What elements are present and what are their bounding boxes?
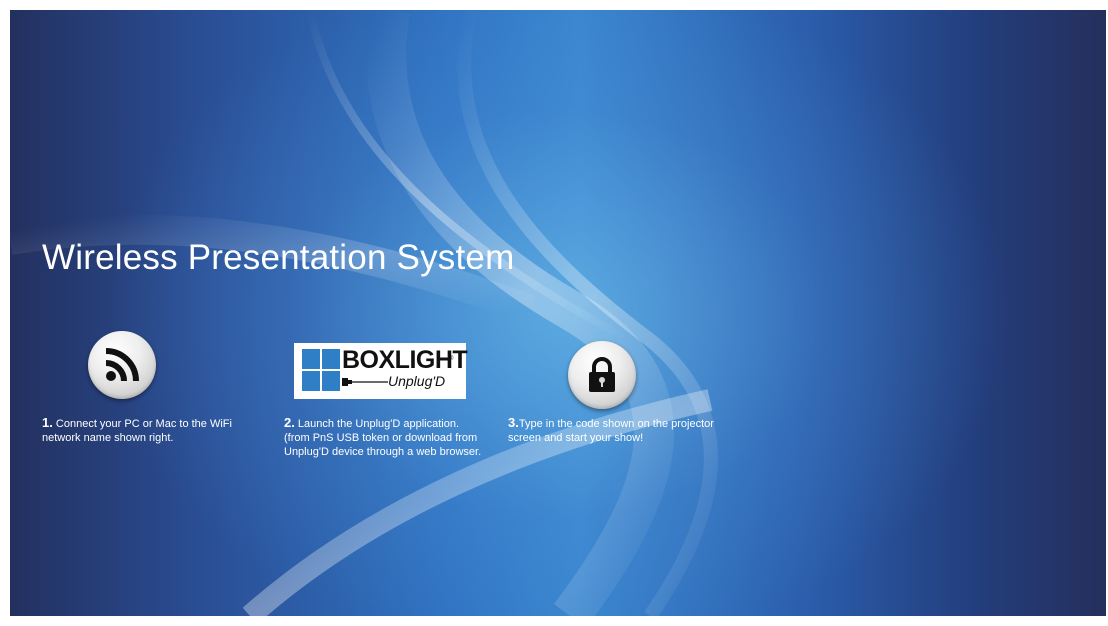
step-1-line-1: Connect your PC or Mac to the WiFi (52, 418, 232, 430)
step-2-number: 2. (284, 415, 295, 430)
step-2-line-2: (from PnS USB token or download from (284, 432, 478, 444)
step-3-number: 3. (508, 415, 519, 430)
logo-product-text: Unplug'D (388, 373, 446, 389)
step-2-text: 2. Launch the Unplug'D application. (fro… (284, 416, 481, 459)
logo-squares (302, 349, 340, 391)
plug-icon (342, 378, 388, 386)
presentation-screen: Wireless Presentation System BOXLIGHT ® … (10, 10, 1106, 616)
step-1-line-2: network name shown right. (42, 432, 174, 444)
step-2-line-3: Unplug'D device through a web browser. (284, 446, 482, 458)
boxlight-unplugd-logo: BOXLIGHT ® Unplug'D (294, 343, 468, 399)
step-3-line-2: screen and start your show! (508, 432, 644, 444)
logo-registered-mark: ® (449, 356, 454, 362)
step-3-line-1: Type in the code shown on the projector (518, 418, 714, 430)
step-2-line-1: Launch the Unplug'D application. (294, 418, 460, 430)
rss-icon (88, 331, 156, 399)
page-title: Wireless Presentation System (42, 238, 515, 277)
background-swoosh (10, 10, 718, 616)
step-1-text: 1. Connect your PC or Mac to the WiFi ne… (42, 416, 232, 445)
step-1-number: 1. (42, 415, 53, 430)
step-3-text: 3.Type in the code shown on the projecto… (508, 416, 714, 445)
lock-icon (568, 341, 636, 409)
